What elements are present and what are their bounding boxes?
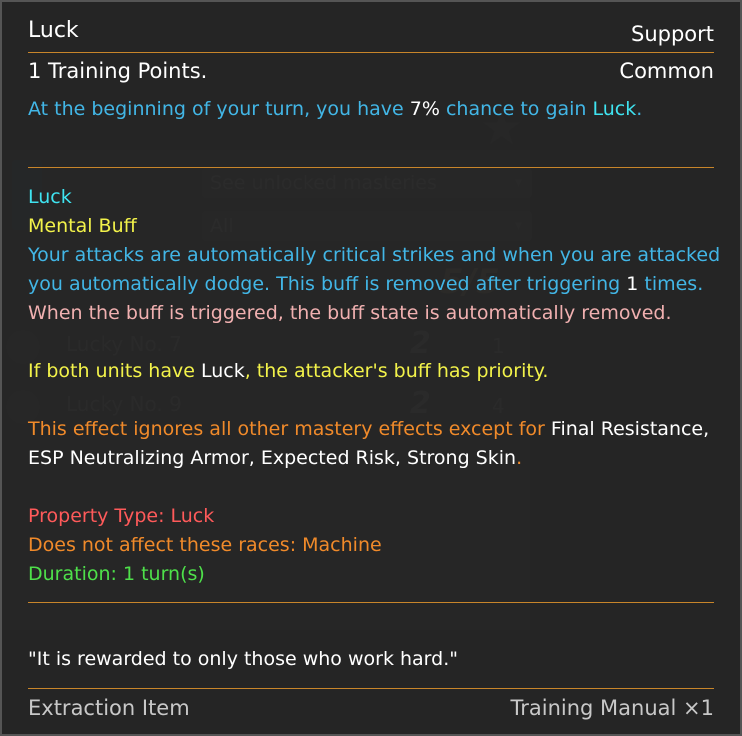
buff-effect-line: you automatically dodge. This buff is re… <box>28 273 703 295</box>
flavor-quote: "It is rewarded to only those who work h… <box>28 648 458 670</box>
desc-buff-name: Luck <box>592 98 637 120</box>
ignore-text: . <box>516 447 523 469</box>
divider <box>28 602 714 603</box>
ignore-text: This effect ignores all other mastery ef… <box>28 418 551 440</box>
ignore-note: This effect ignores all other mastery ef… <box>28 418 709 440</box>
effect-text: you automatically dodge. This buff is re… <box>28 273 627 295</box>
buff-duration: Duration: 1 turn(s) <box>28 563 205 585</box>
property-type: Property Type: Luck <box>28 505 215 527</box>
ignore-exceptions: ESP Neutralizing Armor, Expected Risk, S… <box>28 447 517 469</box>
item-requirement: Training Manual ×1 <box>510 696 714 720</box>
mastery-rarity: Common <box>619 59 714 83</box>
priority-text: If both units have <box>28 360 201 382</box>
priority-note: If both units have Luck, the attacker's … <box>28 360 548 382</box>
buff-name: Luck <box>28 186 72 208</box>
desc-text: . <box>636 98 643 120</box>
ignore-note: ESP Neutralizing Armor, Expected Risk, S… <box>28 447 522 469</box>
mastery-category: Support <box>630 22 714 46</box>
buff-type: Mental Buff <box>28 215 137 237</box>
trigger-count: 1 <box>626 273 639 295</box>
desc-text: At the beginning of your turn, you have <box>28 98 410 120</box>
priority-text: , the attacker's buff has priority. <box>244 360 549 382</box>
training-points-cost: 1 Training Points. <box>28 59 208 83</box>
unaffected-races: Does not affect these races: Machine <box>28 534 382 556</box>
buff-effect-line: Your attacks are automatically critical … <box>28 244 721 266</box>
desc-chance: 7% <box>409 98 440 120</box>
mastery-tooltip: Luck Support 1 Training Points. Common A… <box>0 0 742 736</box>
divider <box>28 688 714 689</box>
tooltip-header: Luck Support <box>28 18 714 53</box>
effect-text: times. <box>638 273 704 295</box>
mastery-description: At the beginning of your turn, you have … <box>28 98 642 120</box>
mastery-title: Luck <box>28 18 79 43</box>
item-source: Extraction Item <box>28 696 190 720</box>
trigger-note: When the buff is triggered, the buff sta… <box>28 302 672 324</box>
divider <box>28 167 714 168</box>
ignore-exceptions: Final Resistance, <box>550 418 710 440</box>
priority-buff: Luck <box>200 360 245 382</box>
desc-text: chance to gain <box>439 98 593 120</box>
